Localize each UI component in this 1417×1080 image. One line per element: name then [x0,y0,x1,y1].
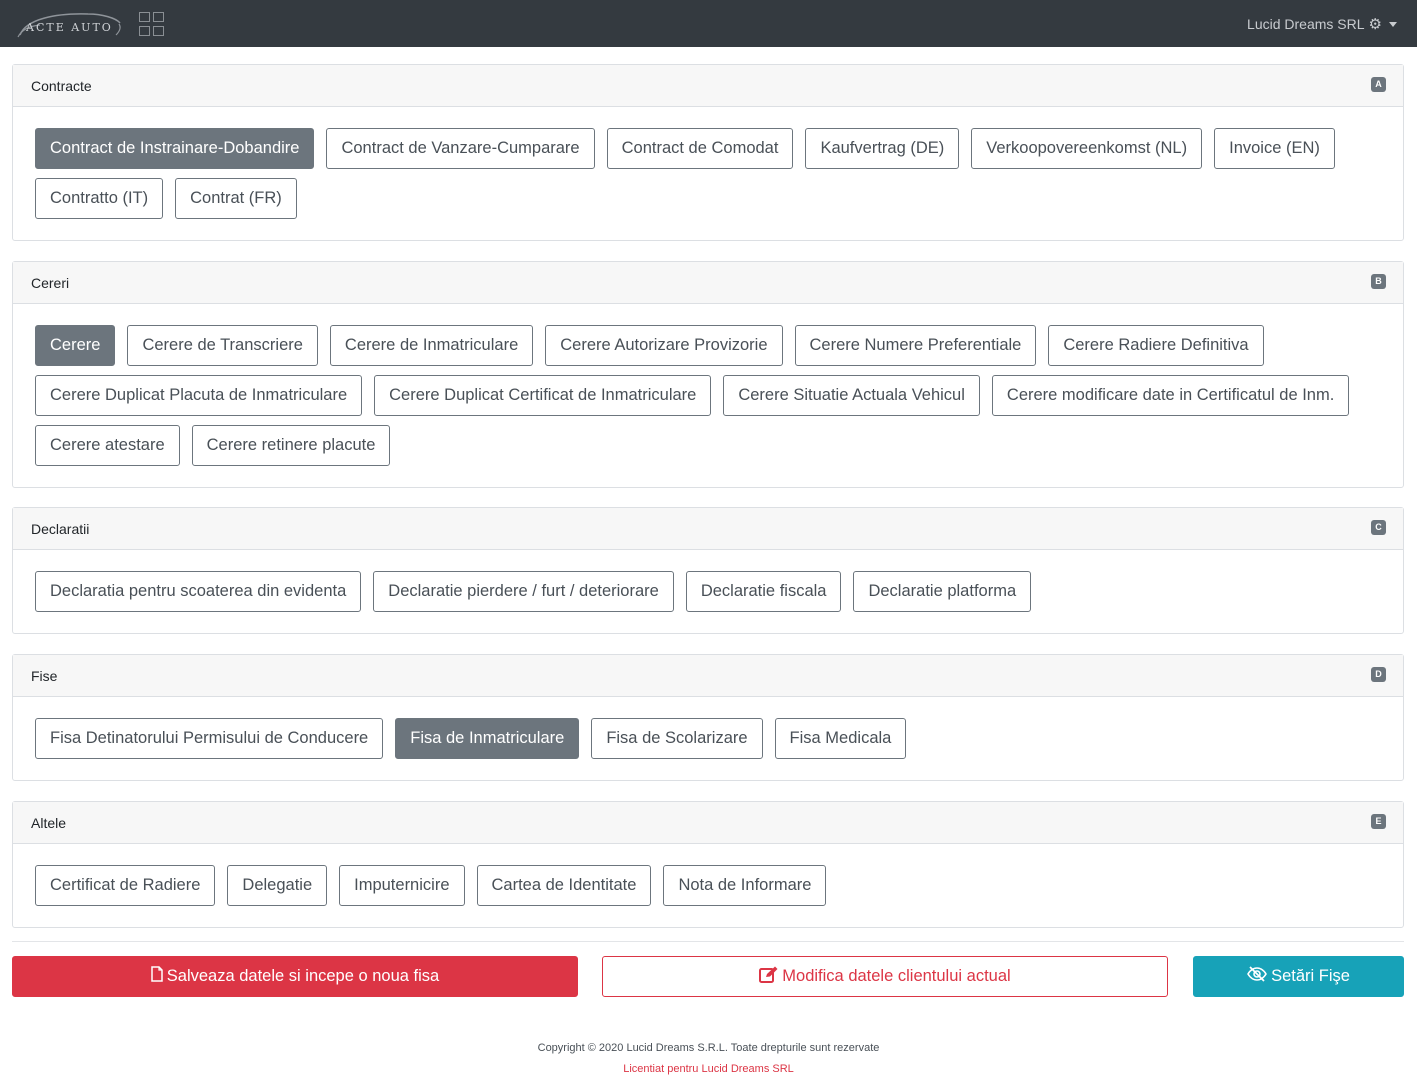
section-altele: Altele E Certificat de Radiere Delegatie Imp… [12,801,1404,928]
chevron-down-icon [1389,21,1397,27]
document-type-button[interactable]: Fisa Medicala [774,718,907,759]
section-fise: Fise D Fisa Detinatorului Permisului de Co… [12,654,1404,781]
footer-copyright: Copyright © 2020 Lucid Dreams S.R.L. Toa… [537,1042,880,1054]
document-type-button[interactable]: Declaratie pierdere / furt / deteriorare [373,571,674,612]
document-type-button[interactable]: Cerere Radiere Definitiva [1048,325,1264,366]
document-type-button[interactable]: Imputernicire [339,865,465,906]
section-title: Contracte [31,78,92,94]
section-title: Cereri [31,275,70,291]
footer-license[interactable]: Licentiat pentru Lucid Dreams SRL [0,1063,1417,1075]
document-type-button[interactable]: Cerere atestare [35,425,180,466]
grid-icon[interactable] [139,12,164,36]
document-type-button[interactable]: Contratto (IT) [35,178,164,219]
document-button-group: Certificat de Radiere Delegatie Imputernic… [35,865,1381,906]
document-type-button[interactable]: Nota de Informare [663,865,827,906]
acte-auto-logo[interactable]: ACTE AUTO [16,9,124,39]
document-type-button[interactable]: Contrat (FR) [175,178,297,219]
document-type-button[interactable]: Contract de Instrainare-Dobandire [35,128,315,169]
document-type-button[interactable]: Fisa Detinatorului Permisului de Conduce… [35,718,384,759]
shortcut-key-badge: E [1371,814,1386,829]
document-type-button[interactable]: Cerere modificare date in Certificatul d… [991,375,1350,416]
document-type-button[interactable]: Delegatie [227,865,328,906]
edit-client-label: Modifica datele clientului actual [782,967,1011,985]
section-declaratii: Declaratii C Declaratia pentru scoaterea d… [12,507,1404,634]
document-button-group: Declaratia pentru scoaterea din evidenta… [35,571,1381,612]
document-type-button[interactable]: Cerere Autorizare Provizorie [545,325,783,366]
document-type-button[interactable]: Declaratie platforma [853,571,1032,612]
document-type-button[interactable]: Declaratia pentru scoaterea din evidenta [35,571,362,612]
save-new-sheet-button[interactable]: Salveaza datele si incepe o noua fisa [12,956,578,997]
document-type-button[interactable]: Cerere de Transcriere [127,325,318,366]
top-navbar: ACTE AUTO Lucid Dreams SRL ⚙ [0,0,1417,47]
document-type-button[interactable]: Invoice (EN) [1214,128,1335,169]
document-type-button[interactable]: Fisa de Scolarizare [591,718,763,759]
document-type-button[interactable]: Cerere retinere placute [191,425,391,466]
document-button-group: Cerere Cerere de Transcriere Cerere de Inm… [35,325,1381,466]
document-type-button[interactable]: Cerere Numere Preferentiale [794,325,1037,366]
user-dropdown[interactable]: Lucid Dreams SRL ⚙ [1247,15,1397,33]
section-header: Fise D [13,655,1403,697]
document-button-group: Contract de Instrainare-Dobandire Contrac… [35,128,1381,219]
edit-client-button[interactable]: Modifica datele clientului actual [602,956,1168,997]
section-cereri: Cereri B Cerere Cerere de Transcriere Cerere… [12,261,1404,488]
section-title: Declaratii [31,521,90,537]
document-type-button[interactable]: Cerere [35,325,116,366]
document-type-button[interactable]: Certificat de Radiere [35,865,216,906]
sheet-settings-label: Setări Fişe [1271,967,1350,985]
document-type-button[interactable]: Kaufvertrag (DE) [805,128,960,169]
document-type-button[interactable]: Cartea de Identitate [476,865,652,906]
document-type-button[interactable]: Cerere Duplicat Certificat de Inmatricul… [374,375,712,416]
logo-text: ACTE AUTO [26,21,113,34]
section-header: Declaratii C [13,508,1403,550]
document-type-button[interactable]: Cerere Duplicat Placuta de Inmatriculare [35,375,363,416]
shortcut-key-badge: C [1371,520,1386,535]
section-header: Altele E [13,802,1403,844]
shortcut-key-badge: B [1371,274,1386,289]
section-title: Fise [31,668,58,684]
section-body: Declaratia pentru scoaterea din evidenta… [13,550,1403,633]
document-type-button[interactable]: Contract de Comodat [606,128,794,169]
document-type-button[interactable]: Cerere Situatie Actuala Vehicul [723,375,980,416]
document-type-button[interactable]: Cerere de Inmatriculare [329,325,534,366]
divider [12,941,1404,942]
user-name: Lucid Dreams SRL [1247,16,1365,32]
document-type-button[interactable]: Verkoopovereenkomst (NL) [971,128,1203,169]
section-body: Cerere Cerere de Transcriere Cerere de Inm… [13,304,1403,487]
save-new-sheet-label: Salveaza datele si incepe o noua fisa [166,967,440,985]
document-type-button[interactable]: Declaratie fiscala [685,571,842,612]
document-type-button[interactable]: Fisa de Inmatriculare [395,718,580,759]
section-body: Certificat de Radiere Delegatie Imputernic… [13,844,1403,927]
shortcut-key-badge: D [1371,667,1386,682]
file-icon [151,966,163,987]
edit-icon [759,966,778,988]
section-header: Cereri B [13,262,1403,304]
section-contracte: Contracte A Contract de Instrainare-Doband… [12,64,1404,241]
section-body: Contract de Instrainare-Dobandire Contrac… [13,107,1403,240]
document-type-button[interactable]: Contract de Vanzare-Cumparare [326,128,595,169]
shortcut-key-badge: A [1371,77,1386,92]
gear-icon: ⚙ [1368,15,1382,33]
section-header: Contracte A [13,65,1403,107]
eye-slash-icon [1247,966,1267,987]
section-body: Fisa Detinatorului Permisului de Conduce… [13,697,1403,780]
section-title: Altele [31,815,67,831]
document-button-group: Fisa Detinatorului Permisului de Conduce… [35,718,1381,759]
sheet-settings-button[interactable]: Setări Fişe [1193,956,1404,997]
